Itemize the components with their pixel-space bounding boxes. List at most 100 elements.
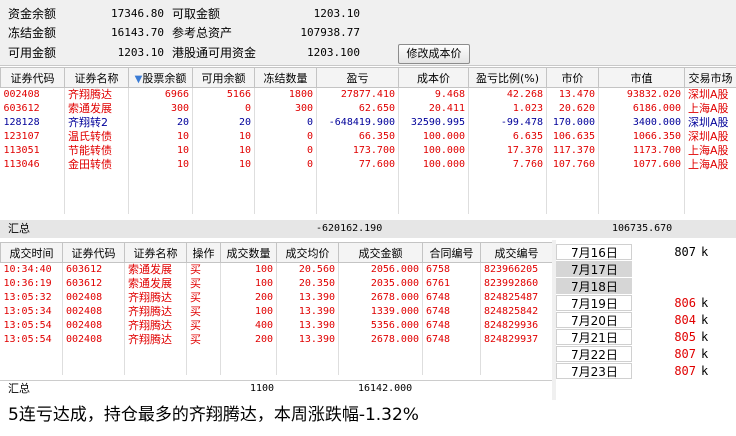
position-row[interactable]: 603612 索通发展 300 0 300 62.650 20.411 1.023 20.620…: [0, 102, 736, 116]
trade-time: 10:36:19: [0, 277, 63, 291]
position-frozen: 0: [254, 144, 317, 158]
trade-col-header-name[interactable]: 证券名称: [124, 242, 187, 263]
trade-deal: 824825487: [480, 291, 553, 305]
trade-qty: 100: [220, 305, 277, 319]
position-cost: 100.000: [398, 158, 469, 172]
position-pnl-pct: 7.760: [468, 158, 547, 172]
position-row[interactable]: 113051 节能转债 10 10 0 173.700 100.000 17.370 117.3…: [0, 144, 736, 158]
position-name: 金田转债: [64, 158, 129, 172]
trade-op: 买: [186, 305, 221, 319]
trade-col-header-deal[interactable]: 成交编号: [480, 242, 553, 263]
weekly-date: 7月22日: [556, 346, 632, 362]
position-name: 温氏转债: [64, 130, 129, 144]
trade-col-header-amount[interactable]: 成交金额: [338, 242, 423, 263]
trade-row[interactable]: 10:36:19 603612 索通发展买 100 20.350 2035.000 6761…: [0, 277, 553, 291]
trade-row[interactable]: 13:05:54 002408 齐翔腾达买 200 13.390 2678.000 6748…: [0, 333, 553, 347]
position-market: 深圳A股: [684, 116, 736, 130]
trade-deal: 823966205: [480, 262, 553, 277]
weekly-unit: k: [701, 313, 709, 327]
position-cost: 32590.995: [398, 116, 469, 130]
trade-deal: 824829936: [480, 319, 553, 333]
col-header-price[interactable]: 市价: [546, 67, 599, 88]
positions-total-label: 汇总: [8, 222, 30, 235]
trade-row[interactable]: 13:05:32 002408 齐翔腾达买 200 13.390 2678.000 6748…: [0, 291, 553, 305]
col-header-available[interactable]: 可用余额: [192, 67, 255, 88]
position-row[interactable]: 123107 温氏转债 10 10 0 66.350 100.000 6.635 106.635…: [0, 130, 736, 144]
col-header-value[interactable]: 市值: [598, 67, 685, 88]
col-header-cost[interactable]: 成本价: [398, 67, 469, 88]
trade-op: 买: [186, 333, 221, 347]
trade-row[interactable]: 13:05:34 002408 齐翔腾达买 100 13.390 1339.000 6748…: [0, 305, 553, 319]
weekly-value: 805: [674, 330, 696, 344]
trade-code: 002408: [62, 291, 125, 305]
position-available: 0: [192, 102, 255, 116]
position-name: 齐翔转2: [64, 116, 129, 130]
position-available: 20: [192, 116, 255, 130]
trade-amount: 2035.000: [338, 277, 423, 291]
position-row[interactable]: 128128 齐翔转2 20 20 0 -648419.900 32590.995 -99.4…: [0, 116, 736, 130]
position-pnl-pct: 6.635: [468, 130, 547, 144]
trade-col-header-op[interactable]: 操作: [186, 242, 221, 263]
weekly-value: 804: [674, 313, 696, 327]
position-code: 113051: [0, 144, 65, 158]
trade-col-header-price[interactable]: 成交均价: [276, 242, 339, 263]
position-frozen: 0: [254, 158, 317, 172]
modify-cost-button[interactable]: 修改成本价: [398, 44, 470, 64]
trades-total-row: 汇总 1100 16142.000: [0, 380, 552, 396]
position-market: 深圳A股: [684, 87, 736, 102]
position-pnl: 77.600: [316, 158, 399, 172]
trade-name: 索通发展: [124, 262, 187, 277]
position-code: 603612: [0, 102, 65, 116]
weekly-date: 7月19日: [556, 295, 632, 311]
position-pnl: 173.700: [316, 144, 399, 158]
position-price: 13.470: [546, 87, 599, 102]
trade-col-header-time[interactable]: 成交时间: [0, 242, 63, 263]
trade-row[interactable]: 10:34:40 603612 索通发展买 100 20.560 2056.000 6758…: [0, 262, 553, 277]
trade-col-header-qty[interactable]: 成交数量: [220, 242, 277, 263]
position-market: 上海A股: [684, 102, 736, 116]
trade-col-header-contract[interactable]: 合同编号: [422, 242, 481, 263]
trade-name: 齐翔腾达: [124, 305, 187, 319]
position-value: 1077.600: [598, 158, 685, 172]
position-name: 节能转债: [64, 144, 129, 158]
trade-op: 买: [186, 277, 221, 291]
trade-amount: 2678.000: [338, 333, 423, 347]
weekly-row: 7月23日 807 k: [556, 363, 736, 379]
weekly-value: 806: [674, 296, 696, 310]
weekly-value: 807: [674, 245, 696, 259]
weekly-date: 7月23日: [556, 363, 632, 379]
position-price: 20.620: [546, 102, 599, 116]
trade-row[interactable]: 13:05:54 002408 齐翔腾达买 400 13.390 5356.000 6748…: [0, 319, 553, 333]
position-balance: 300: [128, 102, 193, 116]
col-header-code[interactable]: 证券代码: [0, 67, 65, 88]
position-row[interactable]: 002408 齐翔腾达 6966 5166 1800 27877.410 9.468 42.2…: [0, 87, 736, 102]
weekly-date: 7月20日: [556, 312, 632, 328]
position-frozen: 300: [254, 102, 317, 116]
trade-price: 13.390: [276, 319, 339, 333]
trade-col-header-code[interactable]: 证券代码: [62, 242, 125, 263]
trade-time: 13:05:34: [0, 305, 63, 319]
position-market: 上海A股: [684, 144, 736, 158]
position-pnl: 66.350: [316, 130, 399, 144]
position-cost: 100.000: [398, 144, 469, 158]
trade-contract: 6761: [422, 277, 481, 291]
col-header-name[interactable]: 证券名称: [64, 67, 129, 88]
col-header-market[interactable]: 交易市场: [684, 67, 736, 88]
position-row[interactable]: 113046 金田转债 10 10 0 77.600 100.000 7.760 107.760…: [0, 158, 736, 172]
position-available: 10: [192, 144, 255, 158]
caption-text: 5连亏达成，持仓最多的齐翔腾达，本周涨跌幅-1.32%: [8, 405, 419, 425]
position-value: 93832.020: [598, 87, 685, 102]
positions-panel: 证券代码 证券名称 ▼股票余额 可用余额 冻结数量 盈亏 成本价 盈亏比例(%)…: [0, 67, 736, 239]
col-header-pnl-pct[interactable]: 盈亏比例(%): [468, 67, 547, 88]
empty-row: [0, 186, 736, 200]
trade-code: 603612: [62, 277, 125, 291]
trade-name: 齐翔腾达: [124, 333, 187, 347]
position-cost: 9.468: [398, 87, 469, 102]
col-header-pnl[interactable]: 盈亏: [316, 67, 399, 88]
trades-table: 成交时间 证券代码 证券名称 操作 成交数量 成交均价 成交金额 合同编号 成交…: [0, 242, 553, 375]
position-price: 106.635: [546, 130, 599, 144]
position-frozen: 0: [254, 116, 317, 130]
trades-total-label: 汇总: [8, 382, 30, 395]
col-header-balance[interactable]: ▼股票余额: [128, 67, 193, 88]
col-header-frozen[interactable]: 冻结数量: [254, 67, 317, 88]
